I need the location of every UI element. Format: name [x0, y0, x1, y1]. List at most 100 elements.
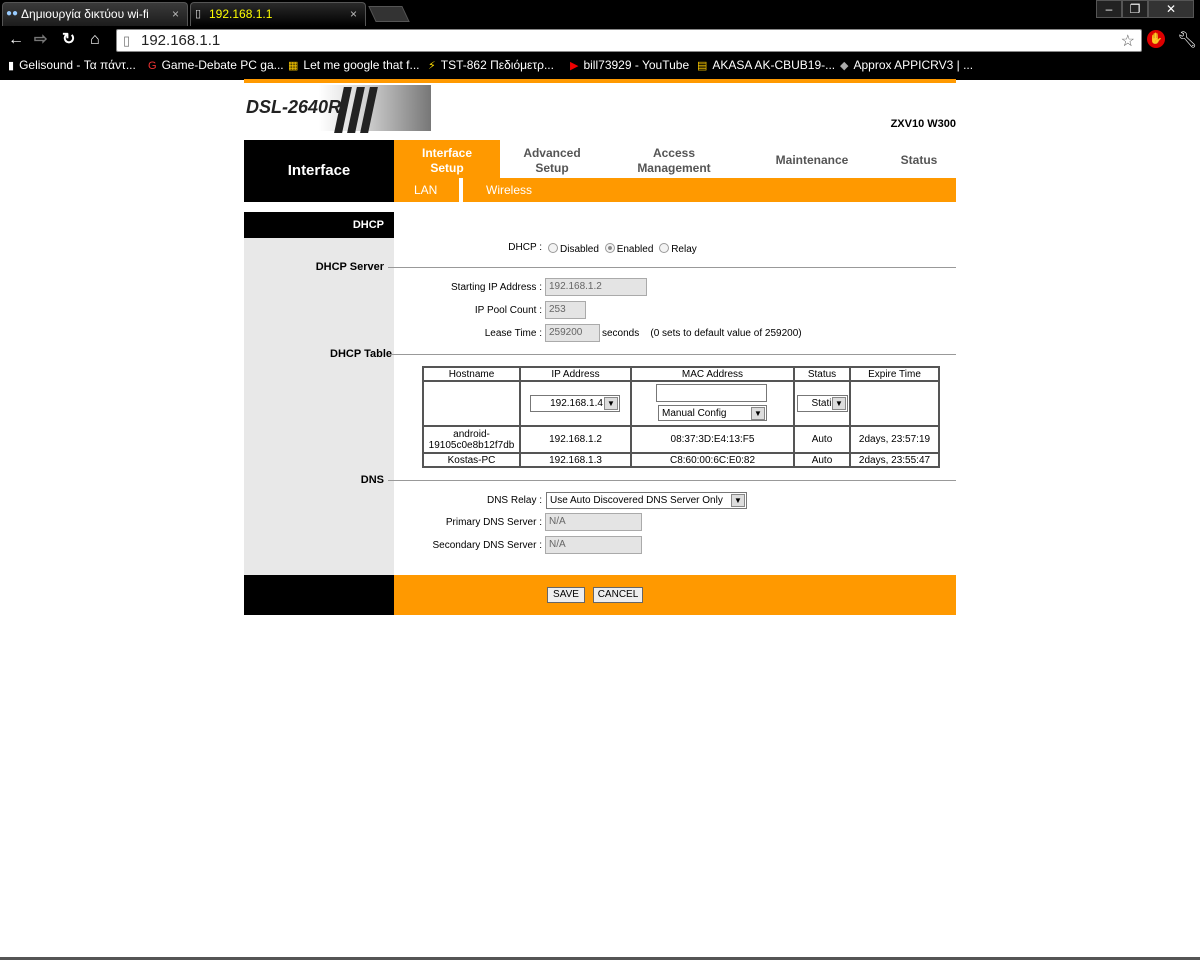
- back-icon[interactable]: ←: [8, 30, 24, 50]
- cell-expire: 2days, 23:55:47: [849, 452, 940, 468]
- start-ip-label: Starting IP Address :: [451, 282, 542, 293]
- section-title: Interface: [244, 140, 394, 202]
- submenu-divider: [459, 178, 463, 202]
- tab-title: Δημιουργία δικτύου wi-fi: [21, 7, 149, 21]
- status-select[interactable]: Static ▼: [797, 395, 848, 412]
- primary-dns-label: Primary DNS Server :: [445, 517, 542, 528]
- menu-access-management[interactable]: Access Management: [614, 146, 734, 176]
- empty-cell: [422, 380, 521, 427]
- tab-close-icon[interactable]: ×: [172, 3, 179, 25]
- pool-count-input[interactable]: 253: [545, 301, 586, 319]
- radio-enabled[interactable]: [604, 243, 615, 253]
- footer-bar: SAVE CANCEL: [394, 575, 956, 615]
- footer-left: [244, 575, 394, 615]
- bookmark-item[interactable]: ◆ Approx APPICRV3 | ...: [840, 58, 973, 72]
- cell-mac: 08:37:3D:E4:13:F5: [630, 425, 795, 454]
- start-ip-input[interactable]: 192.168.1.2: [545, 278, 647, 296]
- table-header-row: Hostname IP Address MAC Address Status E…: [422, 366, 940, 382]
- tab-title: 192.168.1.1: [209, 7, 273, 21]
- akasa-icon: ▤: [697, 60, 708, 72]
- sub-menu: LAN Wireless: [394, 178, 956, 202]
- bookmark-item[interactable]: ⚡︎ TST-862 Πεδιόμετρ...: [428, 58, 554, 72]
- reload-icon[interactable]: ↻: [62, 30, 75, 50]
- forward-icon[interactable]: ⇨: [34, 30, 47, 50]
- dhcp-mode-label: DHCP :: [508, 242, 542, 253]
- divider: [394, 267, 956, 268]
- content-area: DHCP DHCP Server DHCP Table DNS DHCP : D…: [244, 212, 956, 575]
- cancel-button[interactable]: CANCEL: [593, 587, 643, 603]
- submenu-wireless[interactable]: Wireless: [486, 183, 532, 197]
- home-icon[interactable]: ⌂: [90, 30, 100, 50]
- cell-ip: 192.168.1.2: [519, 425, 632, 454]
- primary-dns-input[interactable]: N/A: [545, 513, 642, 531]
- bookmark-item[interactable]: ▤ AKASA AK-CBUB19-...: [697, 58, 835, 72]
- adblock-icon[interactable]: ✋: [1147, 30, 1165, 48]
- divider: [394, 480, 956, 481]
- submenu-lan[interactable]: LAN: [414, 183, 437, 197]
- radio-relay[interactable]: [659, 243, 670, 253]
- new-tab-button[interactable]: [368, 6, 410, 22]
- url-text[interactable]: 192.168.1.1: [141, 32, 220, 49]
- dhcp-header: DHCP: [244, 212, 394, 238]
- bookmark-item[interactable]: ▦ Let me google that f...: [288, 58, 419, 72]
- left-column: DHCP DHCP Server DHCP Table DNS: [244, 212, 394, 575]
- bookmark-item[interactable]: ▮ Gelisound - Τα πάντ...: [8, 58, 136, 72]
- close-window-button[interactable]: ✕: [1148, 0, 1194, 18]
- table-row: Kostas-PC 192.168.1.3 C8:60:00:6C:E0:82 …: [422, 452, 940, 468]
- dns-relay-select[interactable]: Use Auto Discovered DNS Server Only ▼: [546, 492, 747, 509]
- bookmark-item[interactable]: ▶ bill73929 - YouTube: [570, 58, 689, 72]
- wrench-icon[interactable]: 🔧︎: [1177, 30, 1197, 50]
- status-select-cell: Static ▼: [793, 380, 851, 427]
- col-hostname: Hostname: [422, 366, 521, 382]
- mac-input[interactable]: [656, 384, 767, 402]
- dhcp-table-label: DHCP Table: [330, 348, 392, 360]
- menu-advanced-setup[interactable]: Advanced Setup: [500, 146, 604, 176]
- cell-hostname: android- 19105c0e8b12f7db: [422, 425, 521, 454]
- menu-interface-setup[interactable]: Interface Setup: [394, 140, 500, 178]
- tab-strip: ●● Δημιουργία δικτύου wi-fi × ▯ 192.168.…: [0, 0, 1200, 26]
- menu-bar: Interface Setup Advanced Setup Access Ma…: [394, 140, 956, 178]
- cell-ip: 192.168.1.3: [519, 452, 632, 468]
- restore-button[interactable]: ❐: [1122, 0, 1148, 18]
- radio-disabled[interactable]: [548, 243, 558, 253]
- approx-icon: ◆: [840, 60, 849, 72]
- menu-maintenance[interactable]: Maintenance: [764, 153, 860, 168]
- page-icon: ▮: [8, 60, 15, 72]
- minimize-button[interactable]: –: [1096, 0, 1122, 18]
- pool-count-label: IP Pool Count :: [474, 305, 542, 316]
- mac-select[interactable]: Manual Config ▼: [658, 405, 767, 421]
- col-ip: IP Address: [519, 366, 632, 382]
- empty-cell: [849, 380, 940, 427]
- tab-close-icon[interactable]: ×: [350, 3, 357, 25]
- save-button[interactable]: SAVE: [547, 587, 585, 603]
- youtube-icon: ▶: [570, 60, 579, 72]
- window-controls: – ❐ ✕: [1096, 0, 1194, 20]
- tab-wifi[interactable]: ●● Δημιουργία δικτύου wi-fi ×: [2, 2, 188, 26]
- address-bar[interactable]: ▯ 192.168.1.1 ☆: [116, 29, 1142, 52]
- bookmark-item[interactable]: G Game-Debate PC ga...: [148, 58, 284, 72]
- cell-status: Auto: [793, 452, 851, 468]
- footer: SAVE CANCEL: [244, 575, 956, 615]
- menu-status[interactable]: Status: [884, 153, 954, 168]
- ip-select[interactable]: 192.168.1.4 ▼: [530, 395, 620, 412]
- lease-unit: seconds (0 sets to default value of 2592…: [602, 328, 802, 339]
- logo: DSL-2640R: [244, 85, 431, 133]
- dns-relay-label: DNS Relay :: [486, 495, 542, 506]
- secondary-dns-label: Secondary DNS Server :: [432, 540, 543, 551]
- lmgtfy-icon: ▦: [288, 60, 299, 72]
- browser-toolbar: ← ⇨ ↻ ⌂ ▯ 192.168.1.1 ☆: [0, 26, 1200, 54]
- chevron-down-icon: ▼: [832, 397, 846, 410]
- dhcp-mode-radios: Disabled Enabled Relay: [548, 243, 697, 255]
- lease-time-label: Lease Time :: [484, 328, 542, 339]
- chevron-down-icon: ▼: [731, 494, 745, 507]
- bookmarks-bar: ▮ Gelisound - Τα πάντ... G Game-Debate PC …: [0, 54, 1200, 78]
- page-icon: ▯: [195, 8, 202, 20]
- tab-router[interactable]: ▯ 192.168.1.1 ×: [190, 2, 366, 26]
- secondary-dns-input[interactable]: N/A: [545, 536, 642, 554]
- dhcp-table: Hostname IP Address MAC Address Status E…: [422, 366, 940, 468]
- star-icon[interactable]: ☆: [1121, 31, 1135, 51]
- lease-time-input[interactable]: 259200: [545, 324, 600, 342]
- router-page: DSL-2640R ZXV10 W300 Interface Interface…: [244, 83, 956, 615]
- cell-expire: 2days, 23:57:19: [849, 425, 940, 454]
- table-row: android- 19105c0e8b12f7db 192.168.1.2 08:…: [422, 425, 940, 454]
